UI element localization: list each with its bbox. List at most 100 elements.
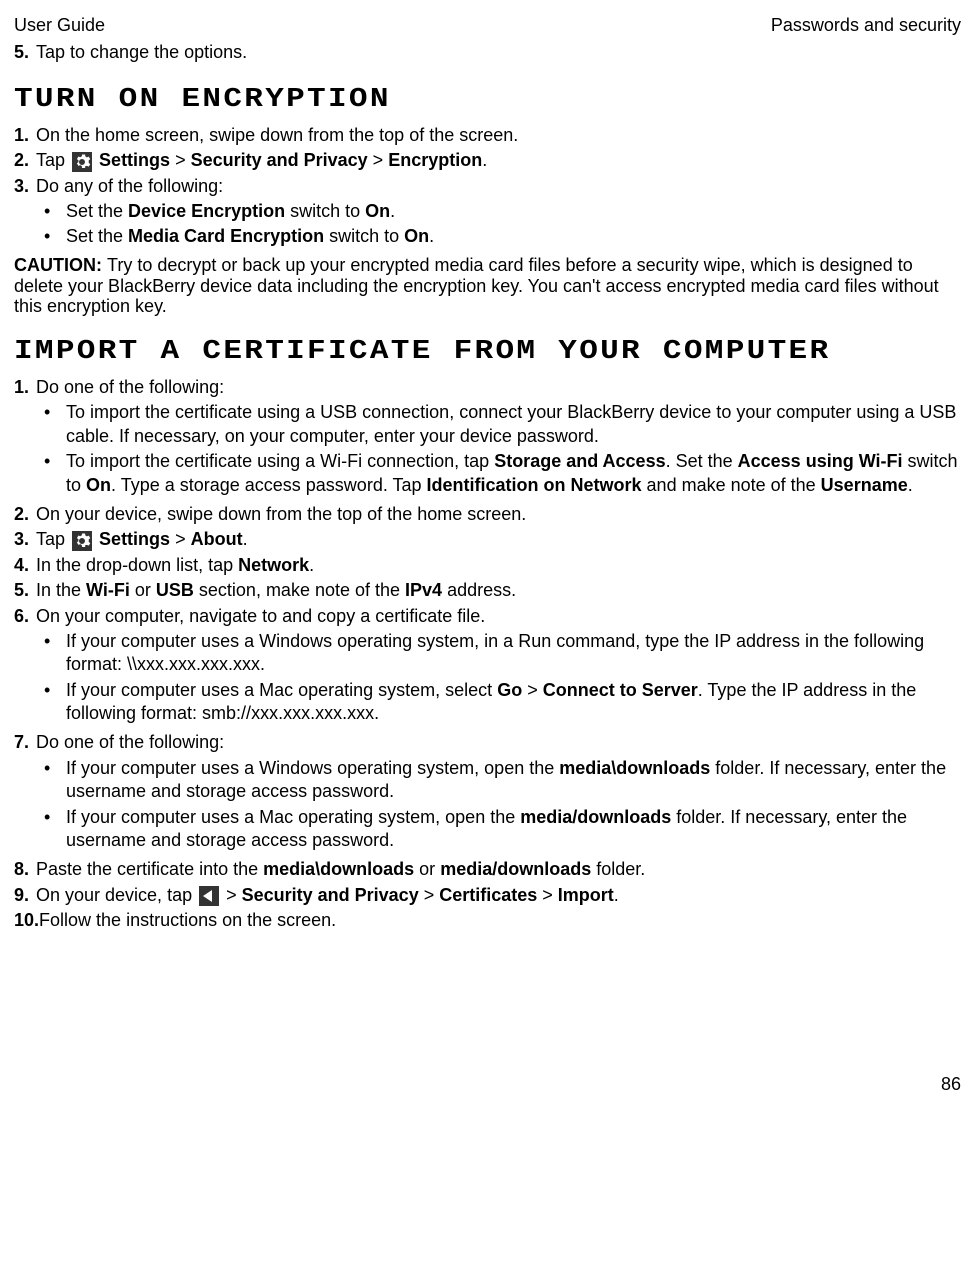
page-number: 86 bbox=[14, 1073, 961, 1096]
text: . bbox=[908, 475, 913, 495]
cert-step8: 8. Paste the certificate into the media\… bbox=[14, 858, 961, 881]
cert-step1-bullets: To import the certificate using a USB co… bbox=[44, 401, 961, 497]
text: > bbox=[522, 680, 543, 700]
enc-step1: 1. On the home screen, swipe down from t… bbox=[14, 124, 961, 147]
bold: IPv4 bbox=[405, 580, 442, 600]
bold: media\downloads bbox=[559, 758, 710, 778]
bold: Device Encryption bbox=[128, 201, 285, 221]
text: switch to bbox=[324, 226, 404, 246]
list-item: If your computer uses a Mac operating sy… bbox=[44, 679, 961, 726]
step-number: 1. bbox=[14, 124, 36, 147]
cert-step6-bullets: If your computer uses a Windows operatin… bbox=[44, 630, 961, 726]
cert-step4: 4. In the drop-down list, tap Network. bbox=[14, 554, 961, 577]
text: To import the certificate using a Wi-Fi … bbox=[66, 451, 494, 471]
text: . Set the bbox=[666, 451, 738, 471]
text: Set the bbox=[66, 201, 128, 221]
bold: Identification on Network bbox=[427, 475, 642, 495]
step-number: 8. bbox=[14, 858, 36, 881]
cert-step1: 1. Do one of the following: bbox=[14, 376, 961, 399]
bold: Security and Privacy bbox=[191, 150, 368, 170]
cert-step7-bullets: If your computer uses a Windows operatin… bbox=[44, 757, 961, 853]
step-number: 9. bbox=[14, 884, 36, 907]
step-number: 3. bbox=[14, 528, 36, 551]
step-text: Paste the certificate into the media\dow… bbox=[36, 858, 961, 881]
bold: Settings bbox=[99, 150, 170, 170]
text: folder. bbox=[591, 859, 645, 879]
bold: Network bbox=[238, 555, 309, 575]
step-text: Follow the instructions on the screen. bbox=[39, 909, 961, 932]
step-text: Tap Settings > Security and Privacy > En… bbox=[36, 149, 961, 172]
step-number: 10. bbox=[14, 909, 39, 932]
step-text: Do one of the following: bbox=[36, 731, 961, 754]
section-title-import-cert: Import a certificate from your computer bbox=[14, 335, 975, 370]
step-number: 5. bbox=[14, 579, 36, 602]
bold: Encryption bbox=[388, 150, 482, 170]
list-item: If your computer uses a Mac operating sy… bbox=[44, 806, 961, 853]
bold: On bbox=[404, 226, 429, 246]
step-text: On your computer, navigate to and copy a… bbox=[36, 605, 961, 628]
list-item: Set the Media Card Encryption switch to … bbox=[44, 225, 961, 248]
text: > bbox=[537, 885, 558, 905]
step-text: On the home screen, swipe down from the … bbox=[36, 124, 961, 147]
header-left: User Guide bbox=[14, 14, 105, 37]
text: . bbox=[482, 150, 487, 170]
text: If your computer uses a Windows operatin… bbox=[66, 758, 559, 778]
enc-step2: 2. Tap Settings > Security and Privacy >… bbox=[14, 149, 961, 172]
text: In the drop-down list, tap bbox=[36, 555, 238, 575]
intro-step: 5. Tap to change the options. bbox=[14, 41, 961, 64]
text: Paste the certificate into the bbox=[36, 859, 263, 879]
bold: USB bbox=[156, 580, 194, 600]
bold: Access using Wi-Fi bbox=[738, 451, 903, 471]
gear-icon bbox=[72, 531, 92, 551]
text: > bbox=[170, 150, 191, 170]
text: and make note of the bbox=[642, 475, 821, 495]
page-header: User Guide Passwords and security bbox=[14, 14, 961, 37]
text: > bbox=[368, 150, 389, 170]
text: . bbox=[390, 201, 395, 221]
bold: About bbox=[191, 529, 243, 549]
cert-step3: 3. Tap Settings > About. bbox=[14, 528, 961, 551]
bold: On bbox=[86, 475, 111, 495]
bold: Connect to Server bbox=[543, 680, 698, 700]
cert-step6: 6. On your computer, navigate to and cop… bbox=[14, 605, 961, 628]
text: > bbox=[419, 885, 440, 905]
step-text: In the drop-down list, tap Network. bbox=[36, 554, 961, 577]
cert-step7: 7. Do one of the following: bbox=[14, 731, 961, 754]
bold: media\downloads bbox=[263, 859, 414, 879]
text: > bbox=[170, 529, 191, 549]
text: . bbox=[243, 529, 248, 549]
section-title-encryption: Turn on encryption bbox=[14, 83, 975, 118]
enc-bullets: Set the Device Encryption switch to On. … bbox=[44, 200, 961, 249]
bold: Storage and Access bbox=[494, 451, 665, 471]
text: Tap bbox=[36, 529, 70, 549]
bold: Settings bbox=[99, 529, 170, 549]
bold: Media Card Encryption bbox=[128, 226, 324, 246]
list-item: If your computer uses a Windows operatin… bbox=[44, 630, 961, 677]
text: . bbox=[429, 226, 434, 246]
step-number: 3. bbox=[14, 175, 36, 198]
step-number: 2. bbox=[14, 149, 36, 172]
gear-icon bbox=[72, 152, 92, 172]
list-item: To import the certificate using a USB co… bbox=[44, 401, 961, 448]
bold: Go bbox=[497, 680, 522, 700]
text: If your computer uses a Mac operating sy… bbox=[66, 807, 520, 827]
caution-text: Try to decrypt or back up your encrypted… bbox=[14, 255, 939, 316]
bold: Security and Privacy bbox=[242, 885, 419, 905]
step-text: Do any of the following: bbox=[36, 175, 961, 198]
bold: media/downloads bbox=[440, 859, 591, 879]
text: If your computer uses a Mac operating sy… bbox=[66, 680, 497, 700]
text: . Type a storage access password. Tap bbox=[111, 475, 427, 495]
cert-step2: 2. On your device, swipe down from the t… bbox=[14, 503, 961, 526]
header-right: Passwords and security bbox=[771, 14, 961, 37]
step-number: 2. bbox=[14, 503, 36, 526]
back-icon bbox=[199, 886, 219, 906]
list-item: Set the Device Encryption switch to On. bbox=[44, 200, 961, 223]
step-number: 5. bbox=[14, 41, 36, 64]
text: > bbox=[221, 885, 242, 905]
list-item: If your computer uses a Windows operatin… bbox=[44, 757, 961, 804]
step-text: In the Wi-Fi or USB section, make note o… bbox=[36, 579, 961, 602]
cert-step10: 10. Follow the instructions on the scree… bbox=[14, 909, 961, 932]
bold: media/downloads bbox=[520, 807, 671, 827]
bold: Import bbox=[558, 885, 614, 905]
step-text: On your device, tap > Security and Priva… bbox=[36, 884, 961, 907]
